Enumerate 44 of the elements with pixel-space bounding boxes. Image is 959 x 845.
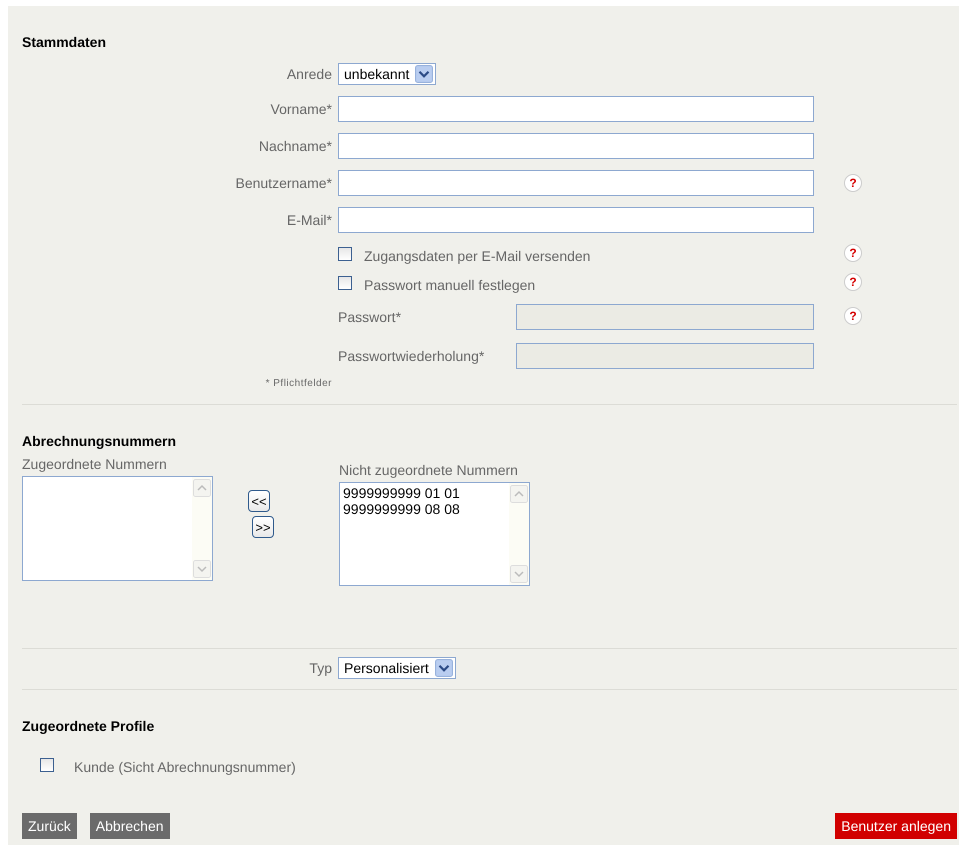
field-label: Typ (308, 660, 332, 676)
secondary-button[interactable]: Zurück (22, 813, 77, 839)
scrollbar[interactable] (509, 483, 529, 585)
field-label: Nachname* (258, 138, 332, 154)
help-icon[interactable]: ? (844, 244, 862, 262)
field-label: Vorname* (270, 101, 332, 117)
section-title: Abrechnungsnummern (22, 432, 178, 450)
field-label: Passwort* (338, 309, 402, 325)
scroll-up-icon[interactable] (193, 479, 211, 497)
checkbox[interactable] (40, 758, 54, 772)
checkbox-label: Zugangsdaten per E-Mail versenden (364, 246, 590, 264)
scroll-down-icon[interactable] (193, 560, 211, 578)
secondary-button[interactable]: Abbrechen (90, 813, 170, 839)
input-field[interactable] (338, 133, 814, 159)
create-user-button[interactable]: Benutzer anlegen (835, 813, 957, 839)
help-icon[interactable]: ? (844, 174, 862, 192)
help-icon[interactable]: ? (844, 273, 862, 291)
scroll-up-icon[interactable] (510, 485, 528, 503)
move-right-button[interactable]: >> (252, 516, 274, 538)
type-select[interactable]: Personalisiert (338, 657, 456, 679)
list-box[interactable] (22, 476, 213, 581)
list-box[interactable]: 9999999999 01 01 9999999999 08 08 (339, 482, 530, 586)
field-label: Benutzername* (234, 175, 332, 191)
list-label: Zugeordnete Nummern (22, 456, 168, 472)
section-title: Stammdaten (22, 33, 108, 51)
field-label: Passwortwiederholung* (338, 348, 486, 364)
required-note: * Pflichtfelder (264, 378, 332, 389)
input-field[interactable] (338, 96, 814, 122)
salutation-select[interactable]: unbekannt (338, 63, 436, 85)
checkbox[interactable] (338, 276, 352, 290)
field-label: E-Mail* (286, 212, 332, 228)
scroll-down-icon[interactable] (510, 565, 528, 583)
checkbox-label: Passwort manuell festlegen (364, 276, 536, 292)
checkbox[interactable] (338, 246, 352, 260)
input-field[interactable] (338, 207, 814, 233)
input-field[interactable] (338, 170, 814, 196)
list-item[interactable]: 9999999999 08 08 (343, 501, 506, 517)
checkbox-label: Kunde (Sicht Abrechnungsnummer) (74, 758, 296, 775)
list-label: Nicht zugeordnete Nummern (339, 462, 519, 478)
list-item[interactable]: 9999999999 01 01 (343, 485, 506, 501)
section-title: Zugeordnete Profile (22, 717, 156, 735)
scrollbar[interactable] (192, 477, 212, 580)
move-left-button[interactable]: << (248, 490, 270, 512)
field-label: Anrede (286, 66, 332, 82)
